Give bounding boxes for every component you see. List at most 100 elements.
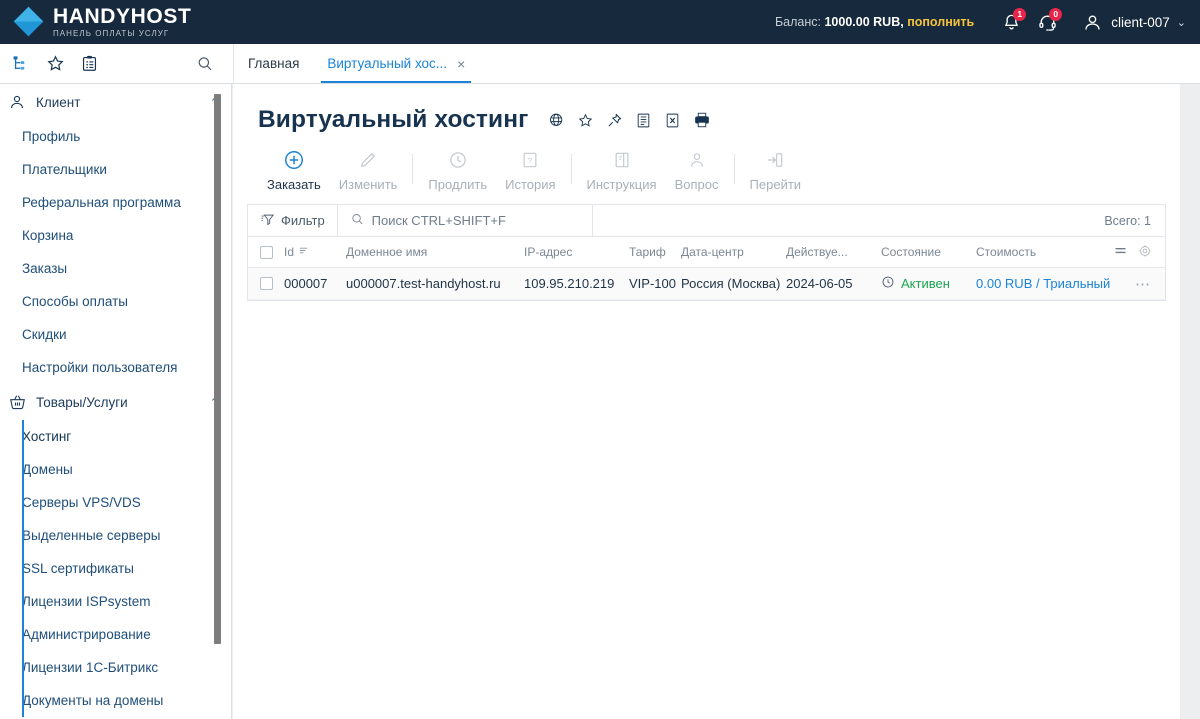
clock-icon	[448, 148, 468, 172]
toolbar-label: Продлить	[428, 177, 488, 192]
sidebar-item-discounts[interactable]: Скидки	[0, 318, 231, 351]
user-icon	[8, 93, 34, 111]
question-user-icon	[687, 148, 707, 172]
sidebar-item-referral[interactable]: Реферальная программа	[0, 186, 231, 219]
search-icon	[350, 212, 365, 230]
sidebar-item-administration[interactable]: Администрирование	[0, 618, 231, 651]
gear-icon[interactable]	[1138, 244, 1152, 261]
sidebar-group-label: Товары/Услуги	[36, 394, 128, 410]
filter-bar: Фильтр Поиск CTRL+SHIFT+F Всего: 1	[247, 204, 1166, 236]
star-icon[interactable]	[576, 111, 595, 130]
history-button[interactable]: ? История	[496, 148, 564, 196]
history-icon: ?	[520, 148, 540, 172]
column-header-datacenter[interactable]: Дата-центр	[681, 245, 786, 259]
support-badge: 0	[1049, 8, 1063, 21]
column-label: Id	[284, 245, 295, 259]
sidebar-group-label: Клиент	[36, 94, 81, 110]
cell-ip: 109.95.210.219	[524, 276, 615, 291]
sidebar-item-payment-methods[interactable]: Способы оплаты	[0, 285, 231, 318]
cell-tariff: VIP-100	[629, 276, 676, 291]
tab-label: Виртуальный хос...	[327, 56, 448, 71]
prolong-button[interactable]: Продлить	[419, 148, 496, 196]
order-button[interactable]: Заказать	[258, 148, 330, 196]
balance-amount: 1000.00 RUB,	[824, 15, 904, 29]
notifications-button[interactable]: 1	[996, 7, 1027, 37]
sidebar-item-vps-vds[interactable]: Серверы VPS/VDS	[0, 486, 231, 519]
svg-text:?: ?	[528, 156, 532, 165]
filter-button[interactable]: Фильтр	[248, 205, 338, 236]
cell-datacenter: Россия (Москва)	[681, 276, 781, 291]
toolbar-separator	[570, 154, 572, 184]
support-button[interactable]: 0	[1032, 7, 1063, 37]
export-excel-icon[interactable]	[663, 111, 682, 130]
column-header-ip[interactable]: IP-адрес	[524, 245, 629, 259]
status-badge: Активен	[901, 276, 950, 291]
sidebar-item-user-settings[interactable]: Настройки пользователя	[0, 351, 231, 384]
tab-label: Главная	[248, 56, 300, 71]
column-header-state[interactable]: Состояние	[881, 245, 976, 259]
sidebar-item-hosting[interactable]: Хостинг	[0, 420, 231, 453]
sidebar-item-bitrix[interactable]: Лицензии 1С-Битрикс	[0, 651, 231, 684]
report-icon[interactable]	[634, 111, 653, 130]
search-icon[interactable]	[188, 47, 222, 81]
sidebar-item-ssl[interactable]: SSL сертификаты	[0, 552, 231, 585]
content-panel: Виртуальный хостинг Заказать Изменить Пр…	[233, 84, 1180, 719]
toolbar-label: Перейти	[749, 177, 802, 192]
column-header-id[interactable]: Id	[284, 245, 346, 259]
logo[interactable]: HANDYHOST ПАНЕЛЬ ОПЛАТЫ УСЛУГ	[0, 6, 191, 38]
sidebar-item-domains[interactable]: Домены	[0, 453, 231, 486]
user-name: client-007	[1111, 14, 1170, 30]
cell-domain: u000007.test-handyhost.ru	[346, 276, 501, 291]
globe-icon[interactable]	[547, 111, 566, 130]
sidebar-item-profile[interactable]: Профиль	[0, 120, 231, 153]
toolbar-separator	[733, 154, 735, 184]
sidebar: Клиент ⌃ Профиль Плательщики Реферальная…	[0, 84, 232, 719]
table-header-row: Id Доменное имя IP-адрес Тариф Дата-цент…	[248, 237, 1165, 268]
print-icon[interactable]	[692, 111, 711, 130]
sidebar-scrollbar[interactable]	[214, 94, 221, 644]
column-header-cost[interactable]: Стоимость	[976, 245, 1113, 259]
column-header-valid-until[interactable]: Действуе...	[786, 245, 881, 259]
sidebar-item-domain-documents[interactable]: Документы на домены	[0, 684, 231, 717]
cost-link[interactable]: 0.00 RUB / Триальный	[976, 276, 1110, 291]
star-icon[interactable]	[38, 47, 72, 81]
plus-circle-icon	[283, 148, 305, 172]
toolbar-label: История	[505, 177, 556, 192]
topup-link[interactable]: пополнить	[907, 15, 974, 29]
select-all-checkbox[interactable]	[248, 245, 284, 259]
user-menu[interactable]: client-007 ⌄	[1082, 12, 1186, 33]
pin-icon[interactable]	[605, 111, 624, 130]
goto-button[interactable]: Перейти	[741, 148, 811, 196]
sidebar-item-orders[interactable]: Заказы	[0, 252, 231, 285]
sidebar-item-payers[interactable]: Плательщики	[0, 153, 231, 186]
column-header-domain[interactable]: Доменное имя	[346, 245, 524, 259]
goto-icon	[765, 148, 785, 172]
sidebar-group-client[interactable]: Клиент ⌃	[0, 84, 231, 120]
sidebar-item-dedicated[interactable]: Выделенные серверы	[0, 519, 231, 552]
filter-label: Фильтр	[281, 213, 325, 228]
tree-structure-icon[interactable]	[4, 47, 38, 81]
tab-virtual-hosting[interactable]: Виртуальный хос... ×	[313, 44, 479, 83]
close-icon[interactable]: ×	[457, 56, 465, 72]
page-title-actions	[547, 111, 711, 130]
sidebar-items-goods-services: Хостинг Домены Серверы VPS/VDS Выделенны…	[0, 420, 231, 717]
row-actions-button[interactable]: ⋯	[1121, 275, 1165, 293]
question-button[interactable]: Вопрос	[666, 148, 728, 196]
manual-button[interactable]: Инструкция	[578, 148, 666, 196]
search-field[interactable]: Поиск CTRL+SHIFT+F	[338, 205, 593, 236]
clipboard-icon[interactable]	[72, 47, 106, 81]
column-header-tariff[interactable]: Тариф	[629, 245, 681, 259]
chevron-down-icon: ⌄	[1176, 16, 1186, 29]
sidebar-item-ispsystem[interactable]: Лицензии ISPsystem	[0, 585, 231, 618]
more-actions-icon: ⋯	[1135, 275, 1151, 293]
cell-state: Активен	[881, 275, 976, 292]
sidebar-item-cart[interactable]: Корзина	[0, 219, 231, 252]
row-checkbox[interactable]	[248, 277, 284, 290]
sidebar-group-goods-services[interactable]: Товары/Услуги ⌃	[0, 384, 231, 420]
tab-home[interactable]: Главная	[234, 44, 313, 83]
list-view-icon[interactable]	[1113, 243, 1128, 261]
toolbar-label: Инструкция	[586, 177, 657, 192]
table-row[interactable]: 000007 u000007.test-handyhost.ru 109.95.…	[248, 268, 1165, 300]
edit-button[interactable]: Изменить	[330, 148, 407, 196]
clock-icon	[881, 275, 895, 292]
